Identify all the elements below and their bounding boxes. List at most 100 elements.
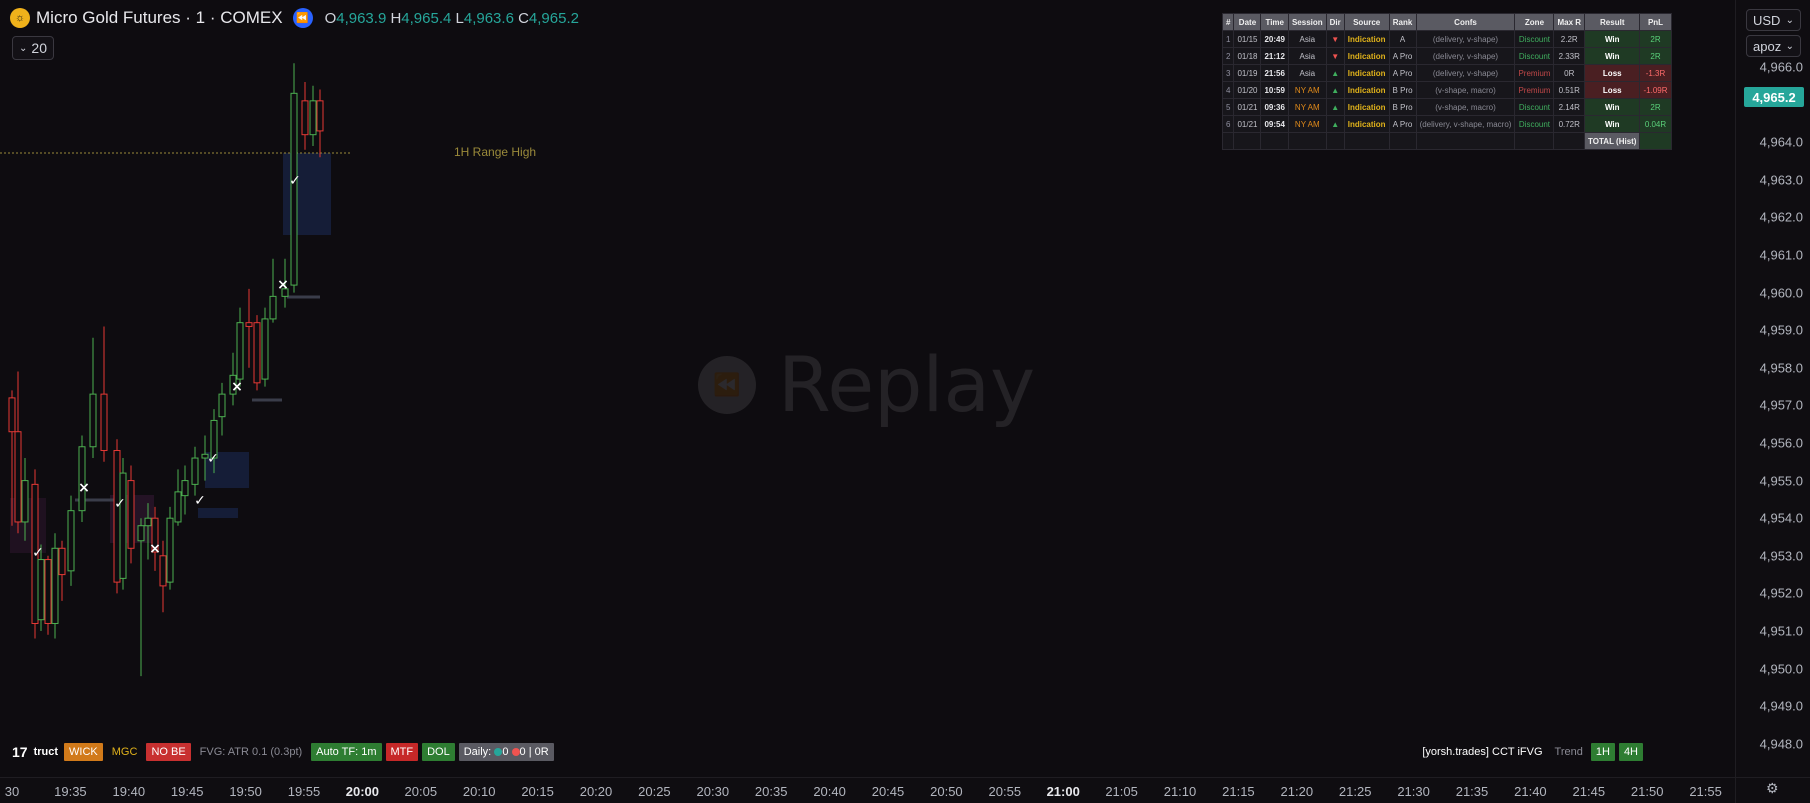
table-cell-n: 5 xyxy=(1221,98,1235,116)
tradingview-logo[interactable]: 17 xyxy=(12,744,28,760)
table-cell-result: Loss xyxy=(1584,81,1641,99)
table-cell-rank: B Pro xyxy=(1388,81,1417,99)
candle-body xyxy=(8,397,16,433)
price-tick-label: 4,950.0 xyxy=(1759,661,1803,677)
table-header-cell: Time xyxy=(1260,13,1289,31)
time-tick-label: 19:45 xyxy=(170,784,204,799)
table-row: 2 01/18 21:12 Asia ▼ Indication A Pro (delivery… xyxy=(1221,47,1672,65)
time-tick-label: 21:20 xyxy=(1280,784,1314,799)
candle-body xyxy=(301,100,309,136)
table-cell-date: 01/21 xyxy=(1233,115,1262,133)
table-cell-time: 09:54 xyxy=(1260,115,1289,133)
price-axis[interactable]: 4,966.0 4,964.0 4,963.0 4,962.0 4,961.0 4,960… xyxy=(1735,0,1810,777)
table-header-cell: Dir xyxy=(1325,13,1345,31)
daily-label: Daily: xyxy=(463,746,492,758)
price-tick-label: 4,962.0 xyxy=(1759,209,1803,225)
fvg-chip[interactable]: FVG: ATR 0.1 (0.3pt) xyxy=(195,743,308,761)
table-cell-n: 4 xyxy=(1221,81,1235,99)
time-tick-label: 21:55 xyxy=(1689,784,1722,799)
candle-body xyxy=(191,457,199,485)
candle-body xyxy=(309,100,317,136)
table-row: 4 01/20 10:59 NY AM ▲ Indication B Pro (v-shape… xyxy=(1221,81,1672,99)
time-axis[interactable]: 30 19:35 19:40 19:45 19:50 19:55 20:00 20:05 20:… xyxy=(0,777,1735,803)
open-value: 4,963.9 xyxy=(336,9,387,27)
price-tick-label: 4,958.0 xyxy=(1759,360,1803,376)
table-header-cell: Zone xyxy=(1514,13,1555,31)
current-price-label: 4,965.2 xyxy=(1744,87,1804,108)
candle-body xyxy=(58,547,66,576)
chevron-down-icon: ⌄ xyxy=(1785,14,1794,26)
symbol-title[interactable]: Micro Gold Futures · 1 · COMEX xyxy=(36,8,283,28)
interval-value: 20 xyxy=(31,40,47,56)
table-header-cell: Session xyxy=(1287,13,1327,31)
auto-tf-chip[interactable]: Auto TF: 1m xyxy=(311,743,382,761)
replay-rewind-icon[interactable]: ⏪ xyxy=(292,8,313,28)
candles-group xyxy=(8,63,324,677)
mtf-chip[interactable]: MTF xyxy=(385,743,419,761)
chart-area[interactable]: ✓ × ✓ × ✓ ✓ × × ✓ ☼ Micro Gold Futures · 1 · COM… xyxy=(0,0,1735,777)
time-tick-label: 19:35 xyxy=(54,784,87,799)
chevron-down-icon: ⌄ xyxy=(19,42,28,54)
checkmark-icon: ✓ xyxy=(32,545,44,561)
table-cell-dir: ▲ xyxy=(1325,81,1345,99)
table-cell-source: Indication xyxy=(1343,81,1390,99)
table-cell-rank: A Pro xyxy=(1388,47,1417,65)
time-tick-label: 20:05 xyxy=(404,784,438,799)
table-cell-source: Indication xyxy=(1343,47,1390,65)
table-row: 1 01/15 20:49 Asia ▼ Indication A (delivery, v-… xyxy=(1221,30,1672,48)
table-cell-source: Indication xyxy=(1343,30,1390,48)
mgc-chip[interactable]: MGC xyxy=(107,743,143,761)
time-tick-label: 20:15 xyxy=(521,784,554,799)
time-tick-label: 20:20 xyxy=(579,784,613,799)
trend-toolbar: [yorsh.trades] CCT iFVG Trend 1H 4H xyxy=(1418,743,1643,761)
checkmark-icon: ✓ xyxy=(114,496,126,512)
close-value: 4,965.2 xyxy=(528,9,579,27)
table-cell-dir: ▲ xyxy=(1325,115,1345,133)
table-header-cell: Max R xyxy=(1553,13,1586,31)
candle-body xyxy=(218,393,226,418)
ohlc-values: O4,963.9 H4,965.4 L4,963.6 C4,965.2 xyxy=(325,10,579,27)
table-cell-n: 2 xyxy=(1221,47,1235,65)
table-empty-cell xyxy=(1325,132,1345,150)
table-row: 3 01/19 21:56 Asia ▲ Indication A Pro (delivery… xyxy=(1221,64,1672,82)
checkmark-icon: ✓ xyxy=(289,173,301,189)
candle-body xyxy=(316,100,324,132)
low-key: L xyxy=(455,9,464,27)
currency-select[interactable]: USD ⌄ xyxy=(1746,9,1801,31)
price-tick-label: 4,961.0 xyxy=(1759,247,1803,263)
trend-1h-chip[interactable]: 1H xyxy=(1590,743,1615,761)
table-cell-n: 6 xyxy=(1221,115,1235,133)
user-select[interactable]: apoz ⌄ xyxy=(1746,35,1801,57)
table-cell-zone: Premium xyxy=(1514,64,1555,82)
table-cell-rank: A Pro xyxy=(1388,64,1417,82)
wick-chip[interactable]: WICK xyxy=(64,743,103,761)
trade-markers-group: ✓ × ✓ × ✓ ✓ × × ✓ xyxy=(32,173,301,561)
candle-body xyxy=(113,450,121,583)
interval-button[interactable]: ⌄ 20 xyxy=(12,36,54,60)
table-cell-session: NY AM xyxy=(1287,115,1327,133)
candle-body xyxy=(37,559,45,621)
total-label: TOTAL (Hist) xyxy=(1584,132,1641,150)
candle-body xyxy=(144,517,152,527)
time-tick-label: 20:00 xyxy=(345,784,380,799)
no-be-chip[interactable]: NO BE xyxy=(146,743,191,761)
table-total-row: TOTAL (Hist) xyxy=(1221,132,1672,150)
currency-value: USD xyxy=(1753,12,1781,28)
candle-body xyxy=(253,322,261,384)
high-key: H xyxy=(390,9,402,27)
dol-chip[interactable]: DOL xyxy=(422,743,455,761)
table-cell-confs: (delivery, v-shape) xyxy=(1415,30,1516,48)
candle-body xyxy=(119,472,127,579)
table-header-cell: Result xyxy=(1584,13,1641,31)
axis-corner: ⚙ xyxy=(1735,777,1810,803)
trend-label: Trend xyxy=(1554,746,1583,758)
table-cell-pnl: 2R xyxy=(1639,98,1672,116)
replay-watermark-icon: ⏪ xyxy=(698,355,756,414)
settings-gear-icon[interactable]: ⚙ xyxy=(1766,780,1779,797)
table-empty-cell xyxy=(1343,132,1390,150)
loss-dot-icon xyxy=(511,748,520,757)
daily-chip[interactable]: Daily: 0 0 | 0R xyxy=(458,743,554,761)
time-tick-label: 21:25 xyxy=(1338,784,1372,799)
table-cell-confs: (delivery, v-shape) xyxy=(1415,47,1516,65)
trend-4h-chip[interactable]: 4H xyxy=(1618,743,1643,761)
